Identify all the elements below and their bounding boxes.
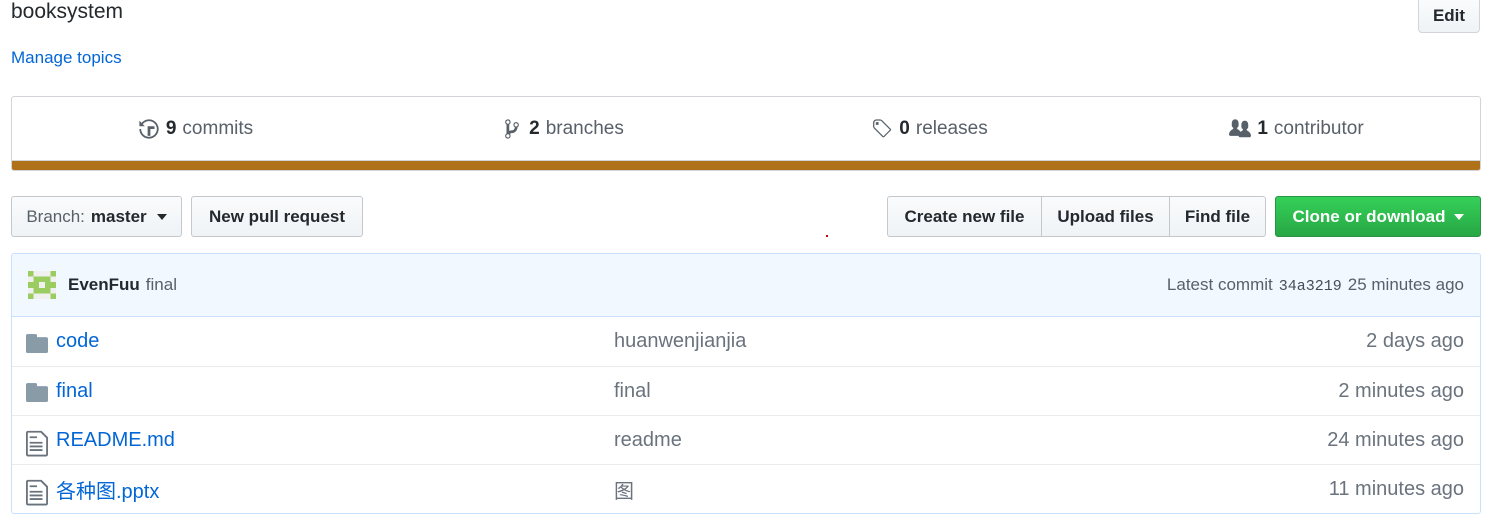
file-row: README.md readme 24 minutes ago — [12, 415, 1480, 464]
branch-icon — [505, 118, 519, 139]
commit-author-link[interactable]: EvenFuu — [68, 275, 140, 295]
avatar[interactable] — [28, 271, 56, 299]
tag-icon — [873, 118, 892, 137]
releases-link[interactable]: 0 releases — [746, 118, 1113, 140]
file-browser: EvenFuu final Latest commit 34a3219 25 m… — [11, 253, 1481, 514]
caret-down-icon — [1453, 213, 1464, 220]
file-name-link[interactable]: final — [56, 380, 614, 403]
branch-value: master — [90, 206, 147, 226]
branch-label: Branch: — [26, 206, 85, 226]
latest-commit-prefix: Latest commit — [1166, 275, 1273, 294]
file-list: code huanwenjianjia 2 days ago final final 2 … — [12, 317, 1480, 513]
folder-icon — [26, 331, 48, 353]
file-commit-message-link[interactable]: final — [614, 380, 651, 403]
file-row: code huanwenjianjia 2 days ago — [12, 317, 1480, 366]
file-row: final final 2 minutes ago — [12, 366, 1480, 415]
clone-label: Clone or download — [1292, 206, 1446, 226]
repo-summary: 9 commits 2 branches 0 releases 1 contri… — [11, 96, 1481, 171]
file-actions-group: Create new file Upload files Find file — [887, 196, 1266, 237]
file-age: 24 minutes ago — [1327, 428, 1464, 451]
summary-row: 9 commits 2 branches 0 releases 1 contri… — [12, 97, 1480, 160]
stray-dot — [826, 235, 828, 237]
releases-label: releases — [915, 117, 988, 139]
file-icon — [26, 478, 48, 506]
file-name-link[interactable]: README.md — [56, 429, 614, 452]
contributors-count: 1 — [1257, 117, 1268, 139]
clone-or-download-button[interactable]: Clone or download — [1275, 196, 1481, 237]
language-bar[interactable] — [12, 160, 1480, 170]
branches-count: 2 — [529, 117, 540, 139]
branch-select-button[interactable]: Branch: master — [11, 196, 182, 237]
file-commit-message-link[interactable]: 图 — [614, 475, 634, 504]
file-icon — [26, 429, 48, 457]
commits-count: 9 — [165, 117, 177, 139]
branches-label: branches — [545, 117, 624, 139]
commits-label: commits — [182, 117, 254, 139]
create-new-file-button[interactable]: Create new file — [887, 196, 1042, 237]
find-file-button[interactable]: Find file — [1169, 196, 1266, 237]
commit-time: 25 minutes ago — [1347, 275, 1464, 294]
branches-link[interactable]: 2 branches — [379, 118, 746, 140]
file-age: 2 minutes ago — [1338, 379, 1464, 402]
contributors-label: contributor — [1273, 117, 1364, 139]
commits-link[interactable]: 9 commits — [12, 118, 379, 140]
upload-files-button[interactable]: Upload files — [1041, 196, 1170, 237]
latest-commit-info: Latest commit 34a3219 25 minutes ago — [1167, 275, 1464, 295]
releases-count: 0 — [899, 117, 910, 139]
commit-sha-link[interactable]: 34a3219 — [1279, 278, 1342, 295]
caret-down-icon — [156, 213, 167, 220]
edit-button[interactable]: Edit — [1418, 0, 1480, 33]
manage-topics-link[interactable]: Manage topics — [11, 48, 122, 68]
file-name-link[interactable]: code — [56, 330, 614, 353]
contributors-link[interactable]: 1 contributor — [1113, 118, 1480, 140]
repo-description: booksystem — [11, 0, 124, 23]
latest-commit-bar: EvenFuu final Latest commit 34a3219 25 m… — [12, 254, 1480, 317]
file-age: 2 days ago — [1366, 330, 1464, 352]
history-icon — [139, 118, 159, 139]
commit-message-link[interactable]: final — [146, 275, 177, 295]
file-commit-message-link[interactable]: readme — [614, 429, 682, 452]
file-name-link[interactable]: 各种图.pptx — [56, 475, 614, 504]
file-row: 各种图.pptx 图 11 minutes ago — [12, 464, 1480, 513]
new-pull-request-button[interactable]: New pull request — [191, 196, 363, 237]
file-commit-message-link[interactable]: huanwenjianjia — [614, 330, 746, 353]
folder-icon — [26, 380, 48, 402]
people-icon — [1229, 118, 1252, 137]
file-age: 11 minutes ago — [1328, 477, 1464, 500]
